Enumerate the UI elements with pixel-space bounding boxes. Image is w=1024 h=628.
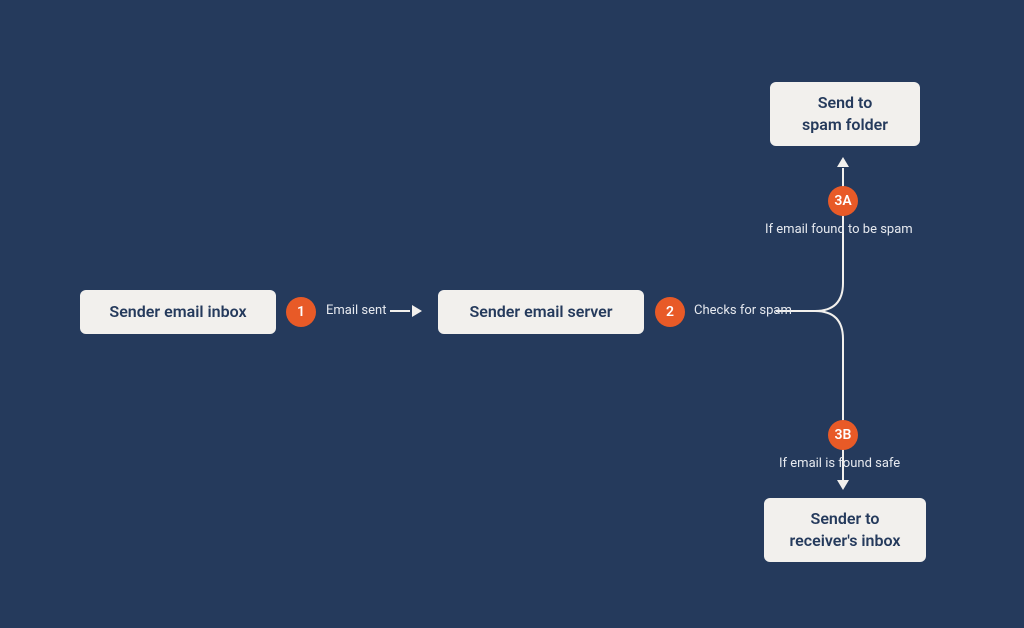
- step-label-1: Email sent: [326, 303, 386, 318]
- node-label: Sender to receiver's inbox: [790, 508, 901, 551]
- step-badge-3b: 3B: [828, 420, 858, 450]
- step-badge-3a: 3A: [828, 186, 858, 216]
- step-badge-text: 1: [297, 304, 305, 320]
- arrow-right-icon: [412, 305, 422, 317]
- node-sender-server: Sender email server: [438, 290, 644, 334]
- node-label: Send to spam folder: [802, 92, 888, 135]
- node-label: Sender email inbox: [109, 301, 246, 323]
- step-badge-text: 2: [666, 304, 674, 320]
- step-badge-1: 1: [286, 297, 316, 327]
- node-receiver-inbox: Sender to receiver's inbox: [764, 498, 926, 562]
- step-badge-2: 2: [655, 297, 685, 327]
- node-sender-inbox: Sender email inbox: [80, 290, 276, 334]
- arrow-up-icon: [837, 157, 849, 167]
- node-label: Sender email server: [469, 301, 612, 323]
- step-label-3a: If email found to be spam: [765, 222, 913, 237]
- step-badge-text: 3B: [835, 427, 852, 443]
- arrow-down-icon: [837, 480, 849, 490]
- step-label-3b: If email is found safe: [779, 456, 900, 471]
- node-spam-folder: Send to spam folder: [770, 82, 920, 146]
- step-badge-text: 3A: [834, 193, 851, 209]
- step-label-2: Checks for spam: [694, 303, 792, 318]
